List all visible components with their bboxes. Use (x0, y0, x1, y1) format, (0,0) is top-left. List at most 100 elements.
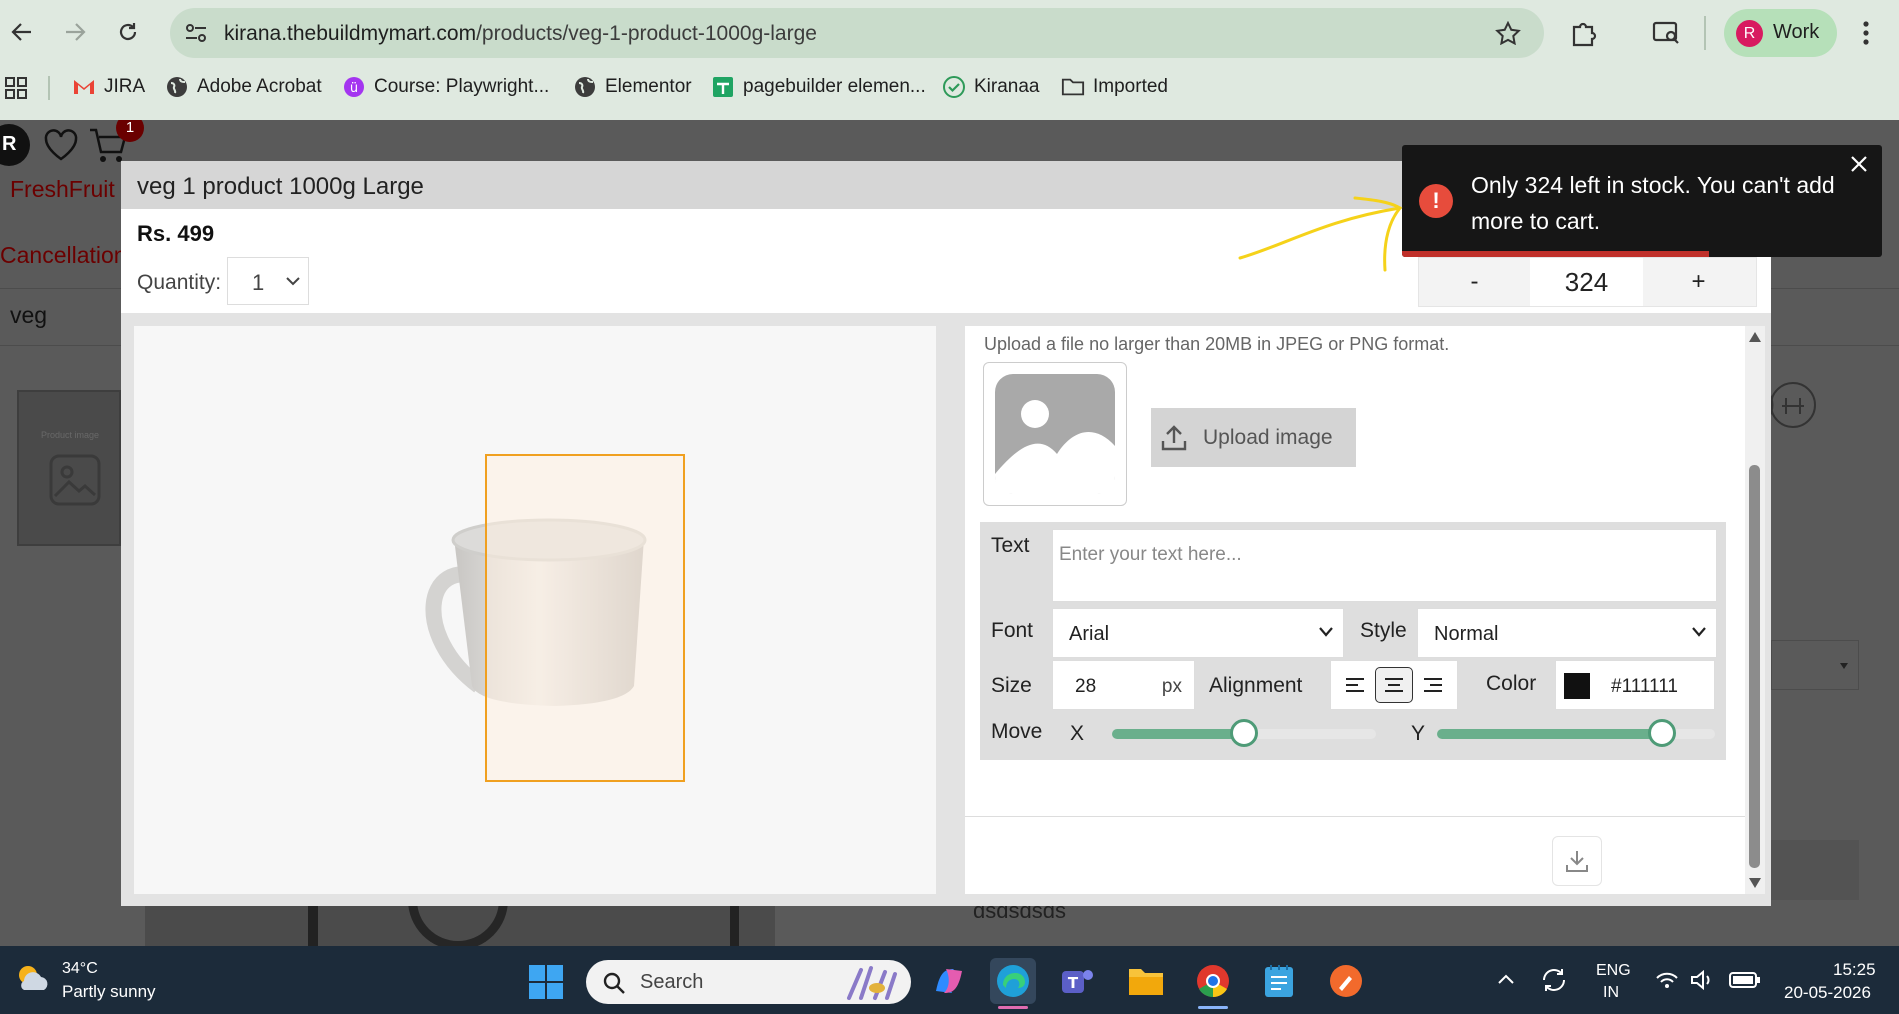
size-label: Size (991, 674, 1032, 697)
bookmark-imported[interactable]: Imported (1061, 74, 1168, 100)
mug-stroke (730, 906, 739, 946)
browser-chrome: kirana.thebuildmymart.com/products/veg-1… (0, 0, 1899, 120)
upload-note: Upload a file no larger than 20MB in JPE… (984, 334, 1450, 354)
bookmark-jira[interactable]: JIRA (72, 74, 145, 100)
drawing-app-icon[interactable] (1323, 958, 1369, 1004)
style-select[interactable]: Normal (1417, 608, 1717, 658)
apps-grid-icon[interactable] (5, 77, 27, 99)
font-select[interactable]: Arial (1052, 608, 1344, 658)
globe-icon (573, 75, 597, 99)
bookmark-course-playwright[interactable]: ü Course: Playwright... (342, 74, 549, 100)
quantity-stepper[interactable]: - 324 + (1418, 257, 1757, 307)
upload-image-button[interactable]: Upload image (1151, 408, 1356, 467)
color-picker[interactable]: #111111 (1555, 660, 1715, 710)
slider-handle[interactable] (1648, 719, 1677, 747)
increment-button[interactable]: + (1643, 258, 1754, 306)
quantity-value: 1 (252, 270, 265, 295)
quantity-select[interactable]: 1 (227, 257, 309, 305)
volume-icon[interactable] (1690, 970, 1714, 990)
download-button[interactable] (1552, 836, 1602, 886)
decrement-button[interactable]: - (1419, 258, 1530, 306)
profile-chip[interactable]: R Work (1724, 9, 1837, 57)
address-bar[interactable]: kirana.thebuildmymart.com/products/veg-1… (170, 8, 1544, 58)
language-code[interactable]: ENG (1596, 962, 1631, 980)
align-left-button[interactable] (1336, 667, 1374, 703)
lavender-decoration-icon (847, 966, 897, 1000)
align-center-button[interactable] (1374, 667, 1413, 703)
windows-start-icon[interactable] (529, 965, 563, 999)
edge-app-icon[interactable] (990, 958, 1036, 1009)
color-value: #111111 (1611, 676, 1678, 697)
chrome-app-icon[interactable] (1190, 958, 1236, 1009)
mug-stroke (308, 906, 318, 946)
bookmark-adobe-acrobat[interactable]: Adobe Acrobat (165, 74, 322, 100)
sync-icon[interactable] (1540, 966, 1568, 994)
windows-taskbar: 34°C Partly sunny Search T ENG IN 15:25 … (0, 946, 1899, 1014)
size-value: 28 (1075, 676, 1097, 697)
divider (965, 816, 1745, 817)
text-input[interactable]: Enter your text here... (1052, 529, 1717, 602)
align-left-icon (1345, 678, 1364, 692)
print-area-frame[interactable] (485, 454, 685, 782)
bookmark-kiranaa[interactable]: Kiranaa (942, 74, 1040, 100)
folder-icon (1061, 75, 1085, 99)
move-x-label: X (1070, 722, 1085, 745)
chevron-down-icon (1692, 627, 1706, 637)
toast-message: Only 324 left in stock. You can't add mo… (1471, 172, 1835, 234)
stepper-value[interactable]: 324 (1530, 258, 1643, 306)
site-settings-icon[interactable] (184, 22, 208, 44)
menu-kebab-icon[interactable] (1862, 20, 1870, 46)
taskbar-search[interactable]: Search (586, 960, 911, 1004)
move-y-slider[interactable] (1437, 719, 1715, 747)
copilot-app-icon[interactable] (926, 958, 972, 1004)
error-icon: ! (1419, 184, 1453, 218)
font-size-input[interactable]: 28 px (1052, 660, 1195, 710)
color-swatch[interactable] (1564, 673, 1590, 699)
battery-icon[interactable] (1729, 971, 1761, 989)
clock-time[interactable]: 15:25 (1833, 960, 1876, 980)
chevron-up-icon[interactable] (1498, 974, 1514, 984)
bookmark-elementor[interactable]: Elementor (573, 74, 692, 100)
bookmark-star-icon[interactable] (1495, 21, 1521, 45)
brand-name[interactable]: FreshFruit (10, 176, 115, 203)
align-center-icon (1384, 678, 1403, 692)
product-thumbnail[interactable]: Product image (17, 390, 121, 546)
modal-title: veg 1 product 1000g Large (137, 173, 424, 200)
scroll-down-arrow-icon[interactable] (1749, 878, 1761, 888)
clock-date[interactable]: 20-05-2026 (1784, 983, 1871, 1003)
slider-handle[interactable] (1230, 719, 1258, 747)
reload-button[interactable] (108, 12, 148, 52)
text-placeholder: Enter your text here... (1059, 544, 1242, 565)
bookmark-pagebuilder[interactable]: pagebuilder elemen... (711, 74, 926, 100)
product-customizer-modal: veg 1 product 1000g Large Rs. 499 Quanti… (121, 161, 1771, 906)
scrollbar-thumb[interactable] (1749, 465, 1760, 868)
notepad-app-icon[interactable] (1256, 958, 1302, 1004)
file-explorer-icon[interactable] (1123, 958, 1169, 1004)
color-label: Color (1486, 672, 1537, 695)
align-right-button[interactable] (1414, 667, 1452, 703)
toast-progress-bar (1402, 251, 1710, 257)
sort-select[interactable] (1771, 640, 1859, 690)
profile-avatar: R (1736, 20, 1763, 47)
panel-scrollbar[interactable] (1745, 326, 1765, 894)
language-region[interactable]: IN (1603, 984, 1619, 1002)
teams-app-icon[interactable]: T (1055, 958, 1101, 1004)
cancellation-link[interactable]: Cancellation (0, 242, 127, 269)
chevron-down-icon (1840, 663, 1848, 669)
cast-search-icon[interactable] (1652, 20, 1680, 46)
scroll-up-arrow-icon[interactable] (1749, 332, 1761, 342)
back-button[interactable] (2, 12, 42, 52)
bookmark-label: Elementor (605, 76, 692, 97)
image-placeholder-icon (995, 374, 1115, 494)
wifi-icon[interactable] (1655, 970, 1679, 990)
search-icon (603, 972, 625, 994)
active-indicator (1198, 1006, 1228, 1009)
alignment-group (1330, 660, 1458, 710)
wishlist-heart-icon[interactable] (43, 128, 79, 162)
move-x-slider[interactable] (1112, 719, 1376, 747)
forward-button[interactable] (55, 12, 95, 52)
weather-description: Partly sunny (62, 982, 156, 1001)
close-icon[interactable] (1848, 153, 1870, 175)
extensions-icon[interactable] (1570, 19, 1598, 47)
design-canvas[interactable] (134, 326, 936, 894)
